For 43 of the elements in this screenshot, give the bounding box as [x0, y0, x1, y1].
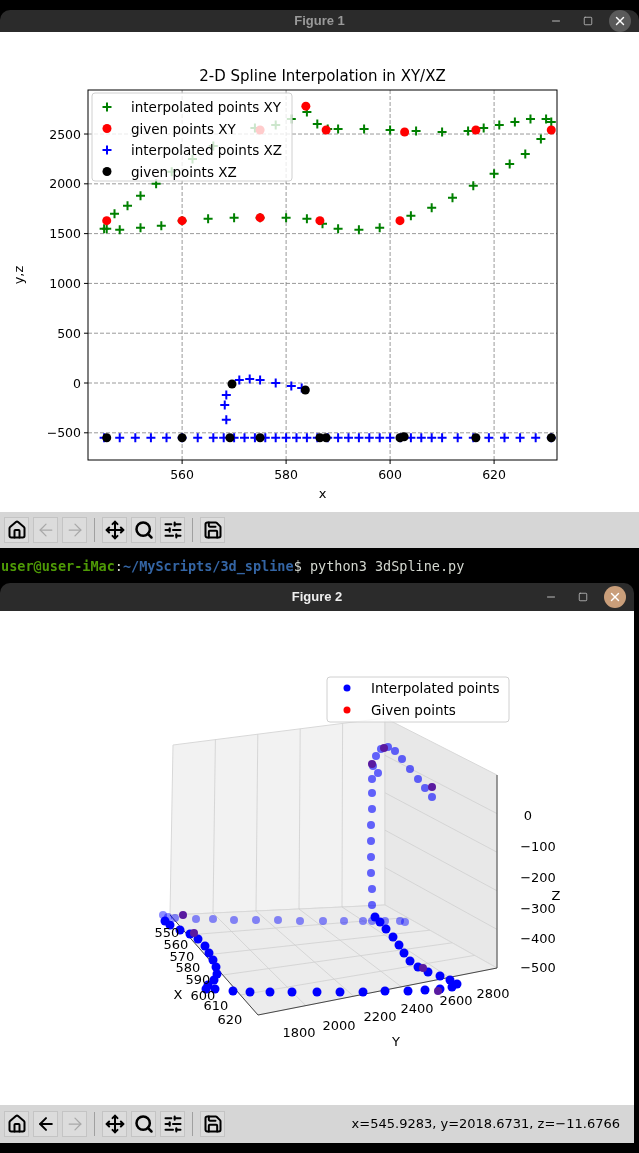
tick-label: 600: [378, 467, 402, 482]
tick-label: −400: [520, 931, 556, 946]
legend-label: interpolated points XY: [131, 99, 282, 115]
tick-label: 2600: [439, 993, 473, 1008]
window-title: Figure 1: [294, 12, 345, 31]
tick-label: 560: [170, 467, 195, 482]
tick-label: −200: [520, 870, 556, 885]
tick-label: −300: [520, 901, 556, 916]
tick-label: 500: [57, 325, 81, 341]
axis-label: X: [173, 987, 183, 1002]
legend-label: Interpolated points: [371, 680, 500, 696]
tick-label: 620: [217, 1012, 243, 1027]
legend-label: given points XY: [131, 120, 236, 137]
cursor-coordinates: x=545.9283, y=2018.6731, z=−11.6766: [351, 1115, 620, 1134]
tick-label: −500: [520, 960, 556, 975]
tick-label: 2200: [363, 1009, 397, 1024]
axis-label: x: [318, 486, 327, 501]
tick-label: 2000: [322, 1018, 356, 1033]
tick-label: 1500: [49, 226, 81, 242]
tick-label: 2500: [49, 126, 81, 142]
tick-label: −100: [520, 839, 556, 854]
tick-label: 0: [523, 808, 533, 823]
tick-label: 1800: [282, 1025, 316, 1040]
tick-label: 620: [482, 467, 506, 482]
chart-title: 2-D Spline Interpolation in XY/XZ: [199, 67, 446, 85]
tick-label: 2400: [400, 1001, 434, 1016]
tick-label: 550: [154, 925, 180, 940]
legend-label: interpolated points XZ: [131, 142, 283, 158]
tick-label: 580: [274, 467, 299, 482]
tick-label: 2000: [49, 176, 81, 192]
tick-label: −500: [46, 425, 81, 441]
axis-label: y,z: [11, 265, 26, 285]
legend-label: given points XZ: [131, 163, 237, 180]
tick-label: 2800: [476, 986, 510, 1001]
tick-label: 560: [163, 937, 189, 952]
tick-label: 590: [185, 972, 211, 987]
window-title: Figure 2: [291, 588, 343, 607]
axis-label: Y: [392, 1034, 400, 1049]
tick-label: 1000: [49, 275, 81, 291]
axis-label: Z: [551, 888, 561, 903]
legend-label: Given points: [371, 702, 456, 718]
terminal-command-line: user@user-iMac:~/MyScripts/3d_spline$ python3 3dSpline.py: [1, 557, 465, 577]
tick-label: 0: [73, 375, 81, 391]
